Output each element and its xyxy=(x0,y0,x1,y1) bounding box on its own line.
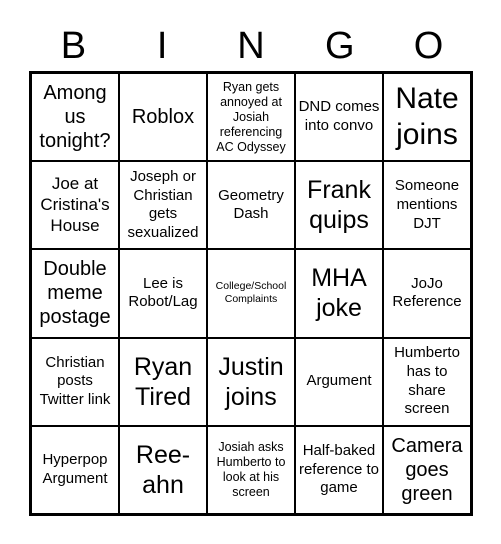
bingo-cell[interactable]: Someone mentions DJT xyxy=(383,161,471,250)
bingo-cell[interactable]: Joseph or Christian gets sexualized xyxy=(119,161,207,250)
bingo-cell[interactable]: Frank quips xyxy=(295,161,383,250)
bingo-cell[interactable]: Hyperpop Argument xyxy=(31,425,119,514)
bingo-cell[interactable]: Christian posts Twitter link xyxy=(31,337,119,426)
bingo-cell[interactable]: Argument xyxy=(295,337,383,426)
header-letter-g: G xyxy=(325,25,355,67)
bingo-cell[interactable]: Lee is Robot/Lag xyxy=(119,249,207,338)
bingo-cell[interactable]: Humberto has to share screen xyxy=(383,337,471,426)
bingo-cell[interactable]: Ree-ahn xyxy=(119,425,207,514)
bingo-cell[interactable]: Justin joins xyxy=(207,337,295,426)
bingo-cell[interactable]: Among us tonight? xyxy=(31,73,119,162)
bingo-cell[interactable]: College/School Complaints xyxy=(207,249,295,338)
bingo-cell[interactable]: Josiah asks Humberto to look at his scre… xyxy=(207,425,295,514)
bingo-cell[interactable]: Half-baked reference to game xyxy=(295,425,383,514)
header-letter-n: N xyxy=(237,25,265,67)
bingo-cell[interactable]: Joe at Cristina's House xyxy=(31,161,119,250)
header-letter-i: I xyxy=(156,25,168,67)
bingo-cell[interactable]: DND comes into convo xyxy=(295,73,383,162)
header-letter-o: O xyxy=(413,25,444,67)
bingo-cell[interactable]: Ryan gets annoyed at Josiah referencing … xyxy=(207,73,295,162)
bingo-cell[interactable]: Geometry Dash xyxy=(207,161,295,250)
bingo-header: B I N G O xyxy=(29,22,473,70)
bingo-cell[interactable]: Double meme postage xyxy=(31,249,119,338)
header-letter-b: B xyxy=(60,25,87,67)
bingo-cell[interactable]: Nate joins xyxy=(383,73,471,162)
bingo-cell[interactable]: MHA joke xyxy=(295,249,383,338)
bingo-cell[interactable]: Camera goes green xyxy=(383,425,471,514)
bingo-cell[interactable]: JoJo Reference xyxy=(383,249,471,338)
bingo-cell[interactable]: Roblox xyxy=(119,73,207,162)
bingo-cell[interactable]: Ryan Tired xyxy=(119,337,207,426)
bingo-card-grid: Among us tonight? Roblox Ryan gets annoy… xyxy=(29,71,473,516)
